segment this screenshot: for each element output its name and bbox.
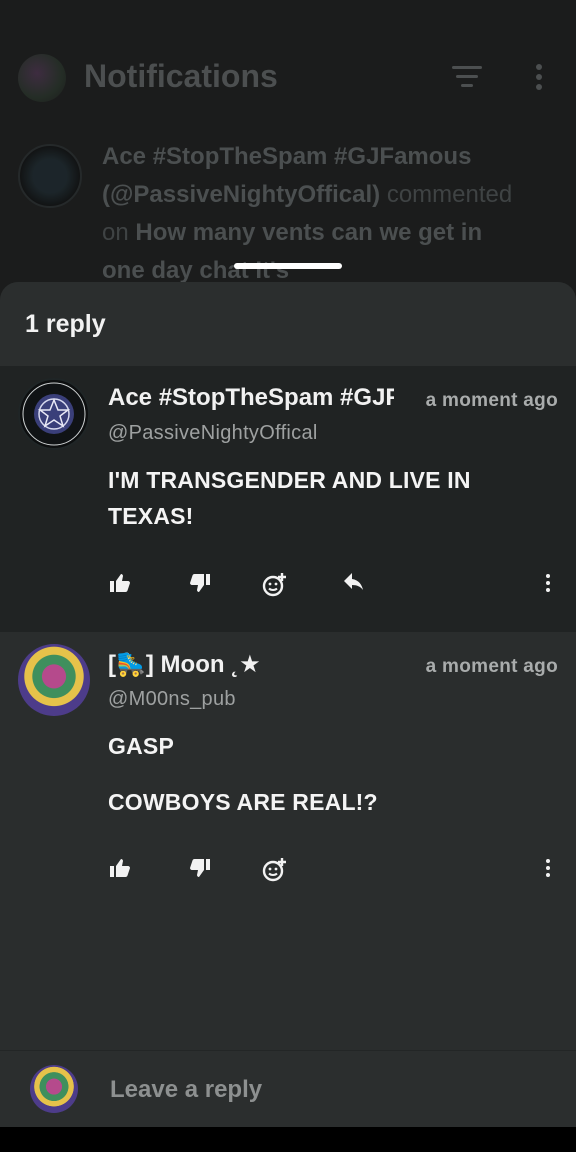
comment-body: I'M TRANSGENDER AND LIVE IN TEXAS! xyxy=(108,462,471,534)
dislike-icon[interactable] xyxy=(188,856,214,882)
reply-count-title: 1 reply xyxy=(25,310,106,338)
sheet-header: 1 reply xyxy=(0,282,576,366)
notification-author: Ace #StopTheSpam #GJFamous xyxy=(102,143,472,170)
comment-body-line: I'M TRANSGENDER AND LIVE IN xyxy=(108,467,471,493)
comment-body: GASP COWBOYS ARE REAL!? xyxy=(108,728,378,820)
user-avatar[interactable] xyxy=(18,54,66,102)
comment-author[interactable]: Ace #StopTheSpam #GJFamous xyxy=(108,384,394,412)
comment-handle[interactable]: @PassiveNightyOffical xyxy=(108,422,318,445)
more-icon[interactable] xyxy=(536,571,562,597)
filter-icon[interactable] xyxy=(452,66,482,90)
notification-avatar xyxy=(18,144,82,208)
replies-sheet: 1 reply Ace #StopTheSpam #GJFamous a mom… xyxy=(0,282,576,1127)
system-nav-bar xyxy=(0,1127,576,1152)
comment-author[interactable]: [🛼] Moon ˛★ xyxy=(108,650,394,679)
sheet-drag-handle[interactable] xyxy=(234,263,342,269)
like-icon[interactable] xyxy=(108,571,134,597)
comment-actions xyxy=(108,856,558,886)
comment-avatar[interactable] xyxy=(18,644,90,716)
comment-avatar[interactable] xyxy=(18,378,90,450)
current-user-avatar xyxy=(30,1065,78,1113)
notifications-background: Notifications Ace #StopTheSpam #GJFamous… xyxy=(0,0,576,300)
more-options-icon[interactable] xyxy=(534,64,544,94)
comment-actions xyxy=(108,571,558,601)
reply-icon[interactable] xyxy=(342,571,368,597)
comment-timestamp: a moment ago xyxy=(425,656,558,677)
comment-item: Ace #StopTheSpam #GJFamous a moment ago … xyxy=(0,366,576,632)
notification-target: How many vents can we get in one day cha… xyxy=(102,219,483,284)
comment-body-line: TEXAS! xyxy=(108,503,194,529)
comment-handle[interactable]: @M00ns_pub xyxy=(108,688,236,711)
reply-input[interactable] xyxy=(108,1069,532,1111)
page-title: Notifications xyxy=(84,58,278,94)
notification-handle: (@PassiveNightyOffical) xyxy=(102,181,381,208)
comment-body-line: GASP xyxy=(108,733,174,759)
reply-bar xyxy=(0,1051,576,1127)
like-icon[interactable] xyxy=(108,856,134,882)
more-icon[interactable] xyxy=(536,856,562,882)
add-reaction-icon[interactable] xyxy=(262,856,288,882)
comment-timestamp: a moment ago xyxy=(425,390,558,411)
add-reaction-icon[interactable] xyxy=(262,571,288,597)
comment-item: [🛼] Moon ˛★ a moment ago @M00ns_pub GASP… xyxy=(0,632,576,1050)
dislike-icon[interactable] xyxy=(188,571,214,597)
comment-body-line: COWBOYS ARE REAL!? xyxy=(108,789,378,815)
